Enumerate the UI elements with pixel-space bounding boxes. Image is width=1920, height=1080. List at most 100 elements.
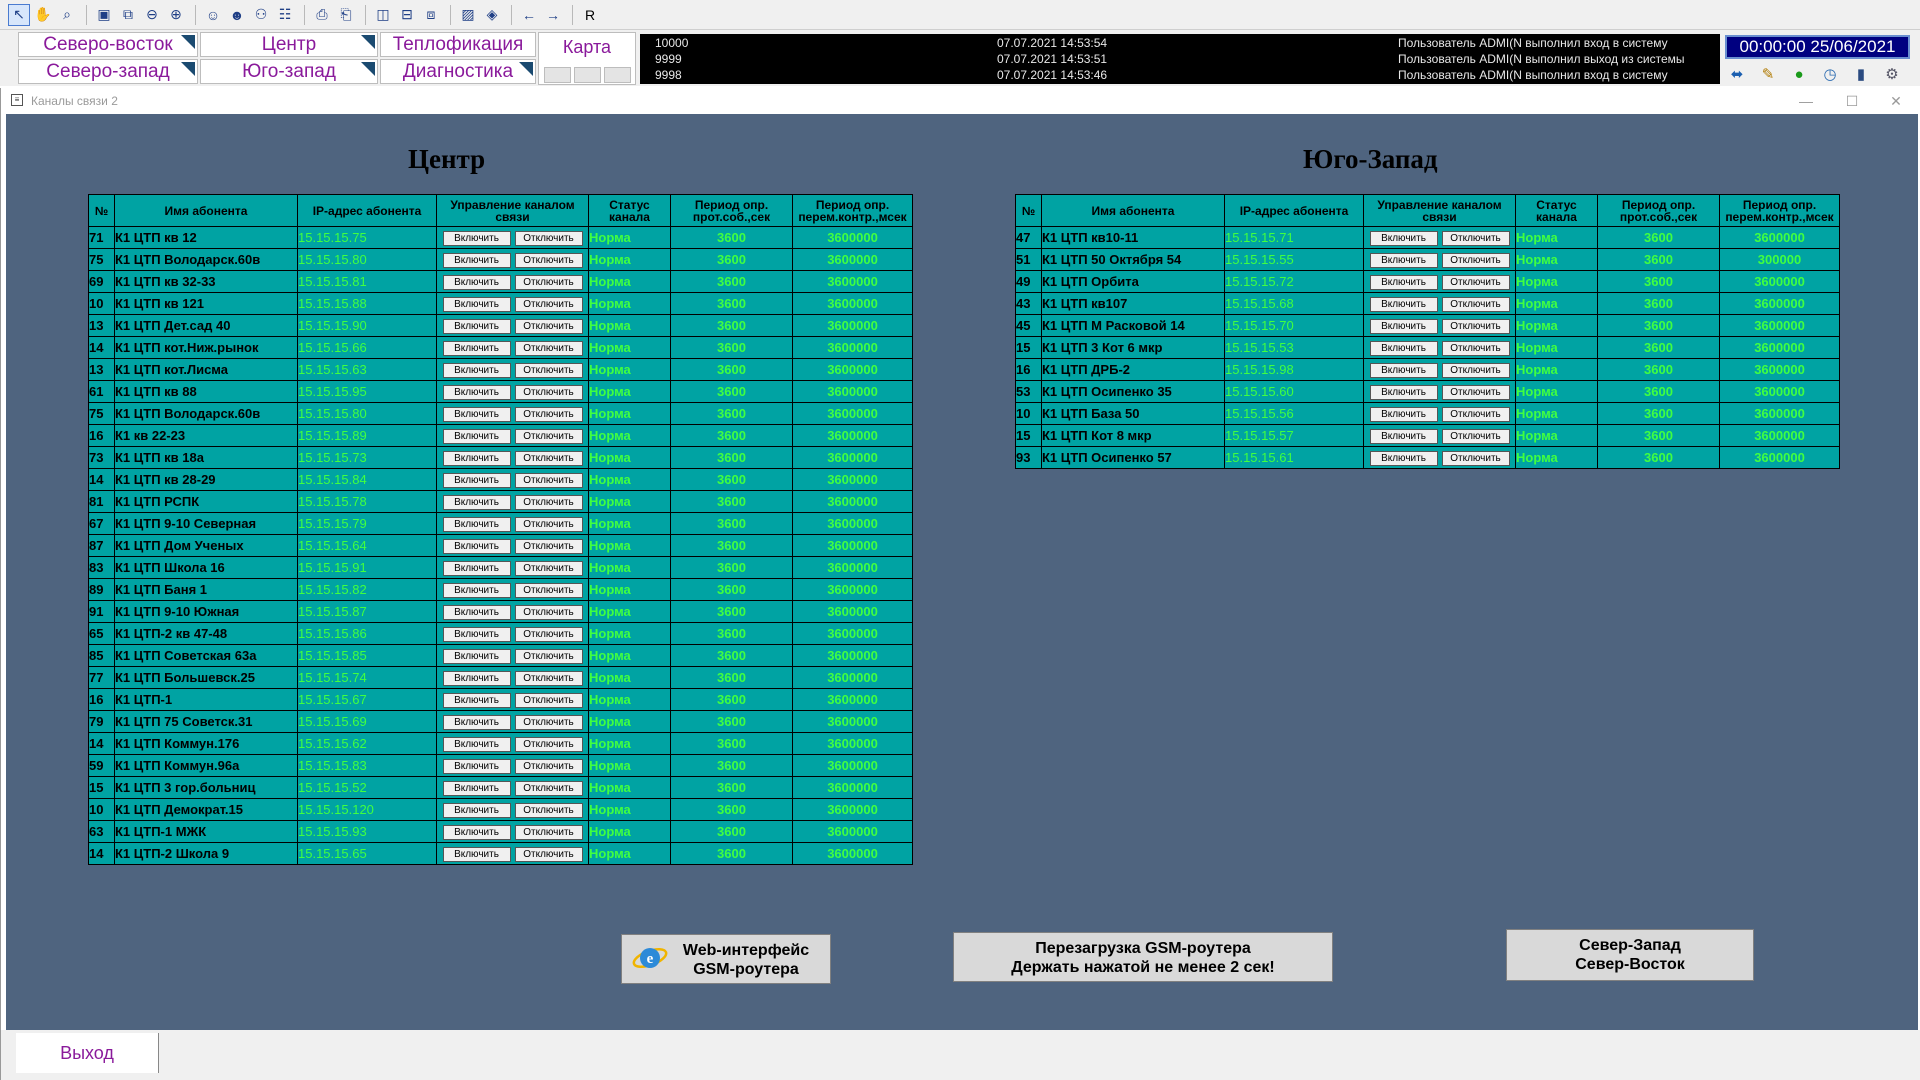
enable-channel-button[interactable]: Включить: [442, 494, 511, 510]
north-regions-button[interactable]: Север-Запад Север-Восток: [1506, 929, 1754, 981]
nav-northeast-button[interactable]: Северо-восток: [18, 32, 198, 57]
disable-channel-button[interactable]: Отключить: [514, 560, 583, 576]
forward-arrow-icon[interactable]: →: [542, 4, 564, 26]
disable-channel-button[interactable]: Отключить: [514, 384, 583, 400]
disable-channel-button[interactable]: Отключить: [514, 450, 583, 466]
back-arrow-icon[interactable]: ←: [518, 4, 540, 26]
enable-channel-button[interactable]: Включить: [442, 604, 511, 620]
enable-channel-button[interactable]: Включить: [1369, 428, 1438, 444]
enable-channel-button[interactable]: Включить: [1369, 252, 1438, 268]
enable-channel-button[interactable]: Включить: [442, 692, 511, 708]
enable-channel-button[interactable]: Включить: [442, 362, 511, 378]
nav-northwest-button[interactable]: Северо-запад: [18, 59, 198, 84]
close-icon[interactable]: ✕: [1881, 90, 1911, 112]
maximize-icon[interactable]: ☐: [1837, 90, 1867, 112]
disable-channel-button[interactable]: Отключить: [514, 714, 583, 730]
enable-channel-button[interactable]: Включить: [1369, 274, 1438, 290]
enable-channel-button[interactable]: Включить: [442, 780, 511, 796]
enable-channel-button[interactable]: Включить: [1369, 406, 1438, 422]
nav-center-button[interactable]: Центр: [200, 32, 378, 57]
enable-channel-button[interactable]: Включить: [1369, 296, 1438, 312]
split-vertical-icon[interactable]: ◫: [372, 4, 394, 26]
map-sub-button[interactable]: [574, 67, 601, 83]
enable-channel-button[interactable]: Включить: [442, 626, 511, 642]
binoculars-icon[interactable]: ⚇: [250, 4, 272, 26]
enable-channel-button[interactable]: Включить: [442, 296, 511, 312]
enable-channel-button[interactable]: Включить: [442, 670, 511, 686]
nav-heating-button[interactable]: Теплофикация: [380, 32, 536, 57]
settings-icon[interactable]: ⚙: [1880, 63, 1904, 85]
connection-status-icon[interactable]: ●: [1787, 63, 1811, 85]
enable-channel-button[interactable]: Включить: [442, 428, 511, 444]
enable-channel-button[interactable]: Включить: [442, 472, 511, 488]
enable-channel-button[interactable]: Включить: [442, 714, 511, 730]
disable-channel-button[interactable]: Отключить: [514, 758, 583, 774]
enable-channel-button[interactable]: Включить: [442, 824, 511, 840]
disable-channel-button[interactable]: Отключить: [514, 604, 583, 620]
nav-southwest-button[interactable]: Юго-запад: [200, 59, 378, 84]
nav-diagnostics-button[interactable]: Диагностика: [380, 59, 536, 84]
server-icon[interactable]: ▮: [1849, 63, 1873, 85]
exit-button[interactable]: Выход: [16, 1033, 159, 1073]
disable-channel-button[interactable]: Отключить: [514, 824, 583, 840]
disable-channel-button[interactable]: Отключить: [514, 494, 583, 510]
disable-channel-button[interactable]: Отключить: [1441, 406, 1510, 422]
zoom-area-icon[interactable]: ⧉: [117, 4, 139, 26]
zoom-icon[interactable]: ⌕: [56, 4, 78, 26]
calculator-icon[interactable]: ☷: [274, 4, 296, 26]
fit-window-icon[interactable]: ▣: [93, 4, 115, 26]
enable-channel-button[interactable]: Включить: [1369, 230, 1438, 246]
split-horizontal-icon[interactable]: ⊟: [396, 4, 418, 26]
disable-channel-button[interactable]: Отключить: [514, 406, 583, 422]
zoom-in-icon[interactable]: ⊕: [165, 4, 187, 26]
disable-channel-button[interactable]: Отключить: [514, 428, 583, 444]
enable-channel-button[interactable]: Включить: [442, 648, 511, 664]
enable-channel-button[interactable]: Включить: [442, 516, 511, 532]
enable-channel-button[interactable]: Включить: [1369, 362, 1438, 378]
disable-channel-button[interactable]: Отключить: [514, 362, 583, 378]
disable-channel-button[interactable]: Отключить: [1441, 428, 1510, 444]
select-pointer-icon[interactable]: ↖: [8, 3, 30, 26]
enable-channel-button[interactable]: Включить: [442, 230, 511, 246]
users-icon[interactable]: ☺: [202, 4, 224, 26]
disable-channel-button[interactable]: Отключить: [514, 846, 583, 862]
disable-channel-button[interactable]: Отключить: [514, 296, 583, 312]
enable-channel-button[interactable]: Включить: [442, 406, 511, 422]
cascade-windows-icon[interactable]: ⧈: [420, 4, 442, 26]
enable-channel-button[interactable]: Включить: [442, 560, 511, 576]
nav-map-button[interactable]: Карта: [538, 32, 636, 85]
disable-channel-button[interactable]: Отключить: [514, 516, 583, 532]
enable-channel-button[interactable]: Включить: [1369, 340, 1438, 356]
user-settings-icon[interactable]: ☻: [226, 4, 248, 26]
disable-channel-button[interactable]: Отключить: [1441, 230, 1510, 246]
disable-channel-button[interactable]: Отключить: [514, 780, 583, 796]
map-sub-button[interactable]: [604, 67, 631, 83]
zoom-out-icon[interactable]: ⊖: [141, 4, 163, 26]
enable-channel-button[interactable]: Включить: [442, 538, 511, 554]
disable-channel-button[interactable]: Отключить: [514, 670, 583, 686]
edit-log-icon[interactable]: ✎: [1756, 63, 1780, 85]
network-icon[interactable]: ⬌: [1725, 63, 1749, 85]
enable-channel-button[interactable]: Включить: [1369, 450, 1438, 466]
enable-channel-button[interactable]: Включить: [442, 340, 511, 356]
disable-channel-button[interactable]: Отключить: [514, 626, 583, 642]
disable-channel-button[interactable]: Отключить: [1441, 296, 1510, 312]
enable-channel-button[interactable]: Включить: [442, 736, 511, 752]
enable-channel-button[interactable]: Включить: [1369, 384, 1438, 400]
disable-channel-button[interactable]: Отключить: [514, 692, 583, 708]
reboot-router-button[interactable]: Перезагрузка GSM-роутера Держать нажатой…: [953, 932, 1333, 982]
enable-channel-button[interactable]: Включить: [442, 846, 511, 862]
enable-channel-button[interactable]: Включить: [442, 274, 511, 290]
disable-channel-button[interactable]: Отключить: [514, 230, 583, 246]
disable-channel-button[interactable]: Отключить: [514, 648, 583, 664]
print-icon[interactable]: ⎙: [311, 4, 333, 26]
disable-channel-button[interactable]: Отключить: [514, 736, 583, 752]
disable-channel-button[interactable]: Отключить: [514, 340, 583, 356]
enable-channel-button[interactable]: Включить: [1369, 318, 1438, 334]
disable-channel-button[interactable]: Отключить: [1441, 252, 1510, 268]
disable-channel-button[interactable]: Отключить: [1441, 274, 1510, 290]
disable-channel-button[interactable]: Отключить: [1441, 450, 1510, 466]
disable-channel-button[interactable]: Отключить: [1441, 318, 1510, 334]
r-button[interactable]: R: [579, 4, 601, 26]
disable-channel-button[interactable]: Отключить: [514, 582, 583, 598]
